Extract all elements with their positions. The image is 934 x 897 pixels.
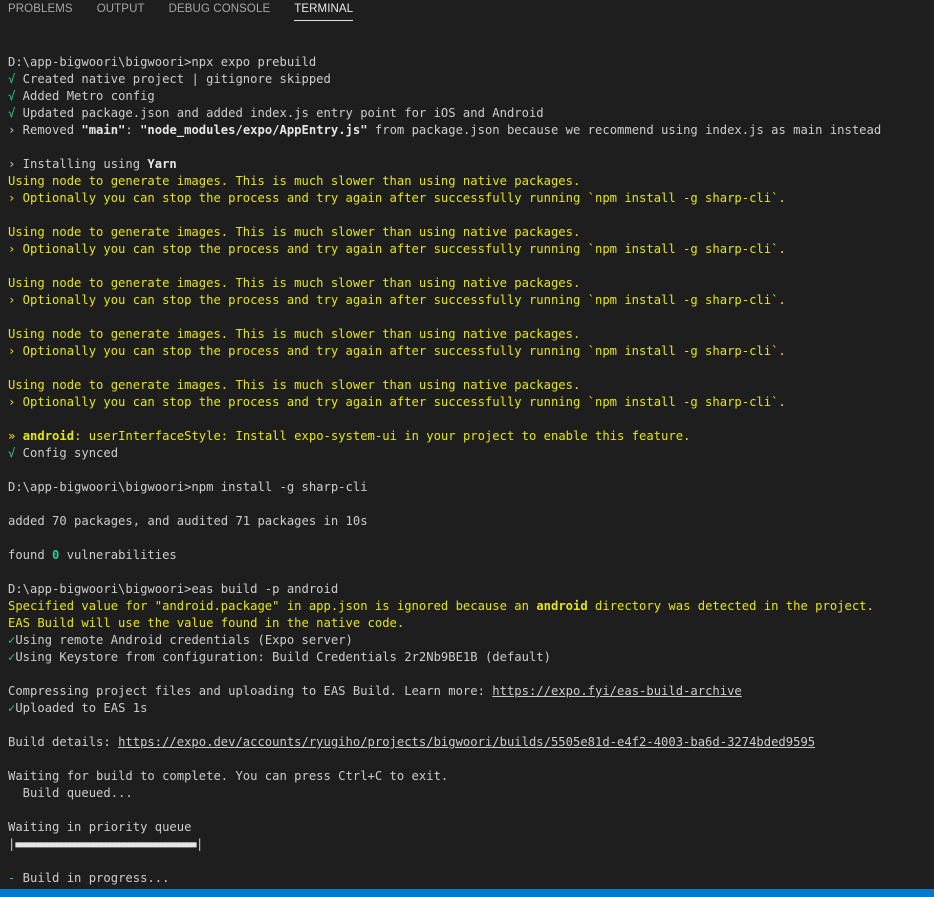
terminal-line: Build queued... (8, 786, 133, 800)
terminal-warning-line: › Optionally you can stop the process an… (8, 344, 786, 358)
terminal-line: D:\app-bigwoori\bigwoori>eas build -p an… (8, 582, 339, 596)
terminal-warning-line: Using node to generate images. This is m… (8, 225, 581, 239)
panel-tabs: PROBLEMS OUTPUT DEBUG CONSOLE TERMINAL (0, 0, 934, 24)
build-details-link[interactable]: https://expo.dev/accounts/ryugiho/projec… (118, 735, 815, 749)
tab-problems[interactable]: PROBLEMS (8, 0, 73, 22)
tab-terminal[interactable]: TERMINAL (294, 0, 354, 21)
terminal-line: ✓Using Keystore from configuration: Buil… (8, 650, 551, 664)
terminal-warning-line: › Optionally you can stop the process an… (8, 242, 786, 256)
status-bar (0, 889, 934, 897)
terminal-warning-line: Specified value for "android.package" in… (8, 599, 874, 613)
terminal-line: › Removed "main": "node_modules/expo/App… (8, 123, 882, 137)
terminal-warning-line: › Optionally you can stop the process an… (8, 191, 786, 205)
eas-build-archive-link[interactable]: https://expo.fyi/eas-build-archive (492, 684, 741, 698)
terminal-line: ✓Using remote Android credentials (Expo … (8, 633, 353, 647)
terminal-line: › Installing using Yarn (8, 157, 177, 171)
terminal-line: √ Updated package.json and added index.j… (8, 106, 544, 120)
terminal-warning-line: › Optionally you can stop the process an… (8, 293, 786, 307)
terminal-warning-line: EAS Build will use the value found in th… (8, 616, 405, 630)
terminal-line: Compressing project files and uploading … (8, 684, 742, 698)
tab-output[interactable]: OUTPUT (97, 0, 145, 22)
terminal-warning-line: Using node to generate images. This is m… (8, 327, 581, 341)
terminal-warning-line: Using node to generate images. This is m… (8, 276, 581, 290)
terminal-line: Waiting for build to complete. You can p… (8, 769, 449, 783)
terminal-warning-line: › Optionally you can stop the process an… (8, 395, 786, 409)
terminal-line: D:\app-bigwoori\bigwoori>npx expo prebui… (8, 55, 317, 69)
terminal-line: √ Added Metro config (8, 89, 155, 103)
tab-debug-console[interactable]: DEBUG CONSOLE (169, 0, 271, 22)
terminal-line: √ Config synced (8, 446, 119, 460)
terminal-line: - Build in progress... (8, 871, 170, 885)
terminal-line: D:\app-bigwoori\bigwoori>npm install -g … (8, 480, 368, 494)
terminal-warning-line: Using node to generate images. This is m… (8, 378, 581, 392)
terminal-line: Build details: https://expo.dev/accounts… (8, 735, 816, 749)
queue-progress-bar: |■■■■■■■■■■■■■■■■■■■■■■■■■■■■■■■■■■■■■■■… (8, 837, 204, 851)
terminal-line: ✓Uploaded to EAS 1s (8, 701, 148, 715)
terminal-warning-line: Using node to generate images. This is m… (8, 174, 581, 188)
terminal-line: Waiting in priority queue (8, 820, 192, 834)
terminal-output[interactable]: D:\app-bigwoori\bigwoori>npx expo prebui… (8, 54, 934, 887)
terminal-line: found 0 vulnerabilities (8, 548, 177, 562)
progress-bar-fill: ■■■■■■■■■■■■■■■■■■■■■■■■■■■■■■■■■■■■■■■■ (15, 840, 197, 850)
terminal-warning-line: » android: userInterfaceStyle: Install e… (8, 429, 691, 443)
terminal-line: added 70 packages, and audited 71 packag… (8, 514, 368, 528)
terminal-line: √ Created native project | gitignore ski… (8, 72, 331, 86)
